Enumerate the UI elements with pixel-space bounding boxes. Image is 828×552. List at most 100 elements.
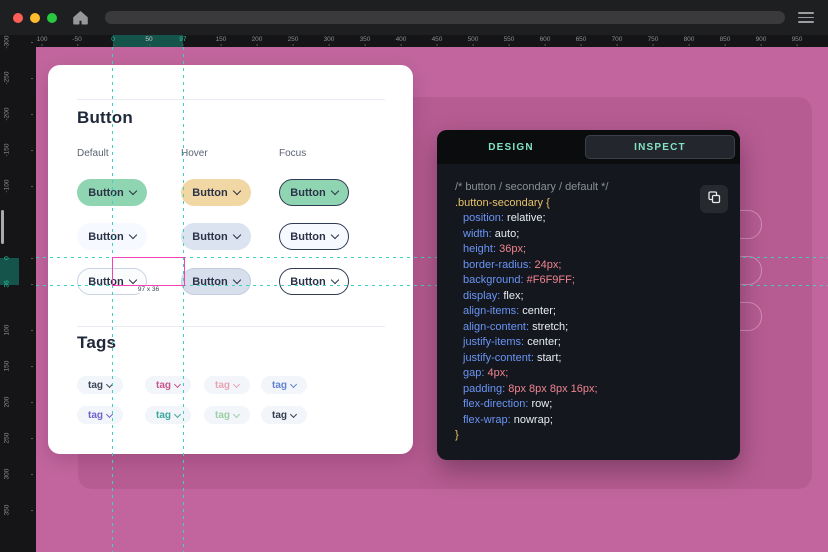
ruler-tick-mark — [31, 402, 33, 403]
ruler-tick-mark — [31, 438, 33, 439]
url-bar[interactable] — [105, 11, 785, 24]
tag-component[interactable]: tag — [145, 406, 191, 424]
tag-component[interactable]: tag — [204, 376, 250, 394]
inspect-panel: DESIGN INSPECT /* button / secondary / d… — [437, 130, 740, 460]
button-component-tertiary-focus[interactable]: Button — [279, 268, 349, 295]
section-divider — [77, 326, 385, 327]
ruler-tick-mark — [31, 42, 33, 43]
code-declarations: position: relative;width: auto;height: 3… — [455, 211, 608, 428]
zoom-window-button[interactable] — [47, 13, 57, 23]
ruler-tick-mark — [31, 284, 33, 285]
code-property: align-items: — [463, 305, 522, 317]
selection-box[interactable] — [112, 257, 185, 286]
code-value: relative; — [507, 212, 546, 224]
code-line: flex-direction: row; — [455, 397, 608, 413]
tag-component[interactable]: tag — [77, 406, 123, 424]
minimize-window-button[interactable] — [30, 13, 40, 23]
chevron-down-icon — [290, 410, 297, 417]
code-selector: .button-secondary { — [455, 196, 608, 212]
guide-vertical-97[interactable] — [183, 47, 184, 552]
code-line: align-items: center; — [455, 304, 608, 320]
tag-component[interactable]: tag — [204, 406, 250, 424]
home-icon[interactable] — [71, 9, 89, 27]
menu-icon[interactable] — [798, 12, 814, 23]
ruler-tick-800: 800 — [684, 36, 695, 43]
ruler-tick-200: 200 — [4, 391, 11, 413]
code-value: 8px 8px 8px 16px; — [508, 383, 597, 395]
code-property: border-radius: — [463, 259, 535, 271]
ruler-tick-mark — [31, 510, 33, 511]
button-component-primary-hover[interactable]: Button — [181, 179, 251, 206]
chevron-down-icon — [174, 380, 181, 387]
ruler-tick-36: 36 — [4, 273, 11, 295]
tab-inspect[interactable]: INSPECT — [585, 135, 735, 159]
code-property: height: — [463, 243, 499, 255]
button-component-secondary-hover[interactable]: Button — [181, 223, 251, 250]
button-component-label: Button — [290, 187, 325, 199]
code-line: border-radius: 24px; — [455, 258, 608, 274]
guide-vertical-0[interactable] — [112, 47, 113, 552]
code-line: justify-items: center; — [455, 335, 608, 351]
ruler-tick-mark — [509, 44, 510, 46]
button-component-label: Button — [88, 231, 123, 243]
close-window-button[interactable] — [13, 13, 23, 23]
tag-component-label: tag — [215, 410, 230, 421]
ruler-tick-500: 500 — [468, 36, 479, 43]
section-divider — [77, 99, 385, 100]
ruler-tick-0: 0 — [111, 36, 115, 43]
code-property: background: — [463, 274, 527, 286]
button-component-primary-focus[interactable]: Button — [279, 179, 349, 206]
section-title-tags: Tags — [77, 333, 116, 353]
tag-component[interactable]: tag — [77, 376, 123, 394]
chevron-down-icon — [330, 187, 338, 195]
tag-component-label: tag — [88, 380, 103, 391]
button-component-label: Button — [88, 187, 123, 199]
code-property: padding: — [463, 383, 508, 395]
tab-design[interactable]: DESIGN — [437, 130, 585, 164]
ruler-tick-600: 600 — [540, 36, 551, 43]
ruler-tick-400: 400 — [396, 36, 407, 43]
code-line: position: relative; — [455, 211, 608, 227]
chevron-down-icon — [128, 187, 136, 195]
code-block: /* button / secondary / default */ .butt… — [455, 180, 608, 444]
code-value: row; — [531, 398, 552, 410]
tab-design-label: DESIGN — [488, 142, 534, 153]
vertical-ruler[interactable]: -300-250-200-150-10003610015020025030035… — [0, 35, 36, 552]
ruler-tick-950: 950 — [792, 36, 803, 43]
ruler-tick-150: 150 — [216, 36, 227, 43]
component-sheet[interactable]: Button Default Hover Focus ButtonButtonB… — [48, 65, 413, 454]
ruler-tick-250: 250 — [288, 36, 299, 43]
vertical-scrollbar-thumb[interactable] — [1, 210, 4, 244]
ruler-tick-mark — [31, 366, 33, 367]
ruler-tick-350: 350 — [360, 36, 371, 43]
ruler-tick-mark — [77, 44, 78, 46]
ruler-tick-0: 0 — [4, 247, 11, 269]
copy-button[interactable] — [700, 185, 728, 213]
tag-component-label: tag — [88, 410, 103, 421]
ruler-tick-mark — [401, 44, 402, 46]
code-line: background: #F6F9FF; — [455, 273, 608, 289]
code-value: #F6F9FF; — [527, 274, 575, 286]
ruler-tick-mark — [437, 44, 438, 46]
code-line: display: flex; — [455, 289, 608, 305]
tag-component[interactable]: tag — [261, 406, 307, 424]
button-component-tertiary-hover[interactable]: Button — [181, 268, 251, 295]
ruler-tick-mark — [545, 44, 546, 46]
horizontal-ruler[interactable]: -100-50050971502002503003504004505005506… — [0, 35, 828, 47]
tag-component[interactable]: tag — [145, 376, 191, 394]
code-value: start; — [537, 352, 561, 364]
ruler-tick-mark — [149, 44, 150, 46]
code-property: width: — [463, 228, 495, 240]
ruler-tick-97: 97 — [179, 36, 186, 43]
copy-icon — [707, 190, 721, 209]
ruler-tick-700: 700 — [612, 36, 623, 43]
chevron-down-icon — [233, 410, 240, 417]
ruler-tick-mark — [31, 474, 33, 475]
selection-size-label: 97 x 36 — [121, 286, 176, 293]
tag-component[interactable]: tag — [261, 376, 307, 394]
ruler-tick-mark — [617, 44, 618, 46]
code-line: gap: 4px; — [455, 366, 608, 382]
button-component-secondary-focus[interactable]: Button — [279, 223, 349, 250]
chevron-down-icon — [233, 380, 240, 387]
ruler-tick-mark — [31, 186, 33, 187]
